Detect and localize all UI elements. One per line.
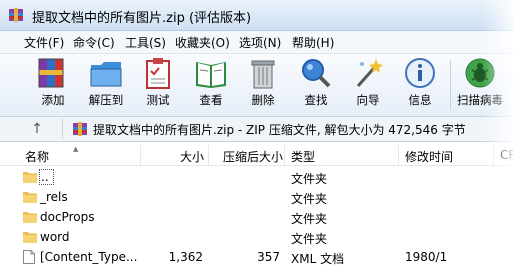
- extract-label: 解压到: [88, 93, 124, 107]
- find-button[interactable]: 查找: [288, 56, 344, 114]
- file-name: docProps: [40, 210, 95, 224]
- scan-virus-button[interactable]: 扫描病毒: [452, 56, 508, 114]
- address-bar: ↑ 提取文档中的所有图片.zip - ZIP 压缩文件, 解包大小为 472,5…: [0, 117, 513, 142]
- folder-icon: [23, 212, 37, 223]
- column-divider[interactable]: [493, 145, 494, 165]
- menu-command[interactable]: 命令(C): [73, 34, 115, 51]
- column-divider[interactable]: [208, 145, 209, 165]
- info-icon: [405, 58, 435, 88]
- column-divider[interactable]: [284, 145, 285, 165]
- col-packed[interactable]: 压缩后大小: [223, 148, 283, 165]
- winrar-app-icon: [9, 8, 23, 22]
- table-row[interactable]: word 文件夹: [0, 227, 513, 247]
- book-view-icon: [196, 62, 226, 88]
- file-name: [Content_Type...: [40, 250, 138, 264]
- folder-icon: [23, 172, 37, 183]
- virus-scan-icon: [465, 58, 495, 88]
- menu-options[interactable]: 选项(N): [239, 34, 281, 51]
- test-clipboard-icon: [146, 58, 170, 89]
- file-size: 1,362: [168, 250, 203, 264]
- col-type[interactable]: 类型: [291, 148, 315, 165]
- file-type: 文件夹: [291, 192, 328, 206]
- test-button[interactable]: 测试: [130, 56, 186, 114]
- file-type: 文件夹: [291, 212, 328, 226]
- file-name: word: [40, 230, 70, 244]
- scan-label: 扫描病毒: [457, 93, 503, 107]
- delete-button[interactable]: 删除: [235, 56, 291, 114]
- magic-wand-icon: [356, 59, 383, 87]
- column-header: ▲ 名称 大小 压缩后大小 类型 修改时间 CR: [0, 145, 513, 166]
- col-size[interactable]: 大小: [180, 148, 204, 165]
- table-row[interactable]: _rels 文件夹: [0, 187, 513, 207]
- menu-help[interactable]: 帮助(H): [292, 34, 334, 51]
- file-packed: 357: [257, 250, 280, 264]
- folder-icon: [23, 232, 37, 243]
- column-divider[interactable]: [140, 145, 141, 165]
- col-crc[interactable]: CR: [500, 148, 513, 162]
- archive-icon: [73, 122, 87, 136]
- folder-extract-icon: [90, 62, 122, 87]
- col-name[interactable]: 名称: [25, 148, 49, 165]
- delete-label: 删除: [251, 93, 275, 107]
- column-divider[interactable]: [398, 145, 399, 165]
- find-label: 查找: [304, 93, 328, 107]
- archive-path: 提取文档中的所有图片.zip - ZIP 压缩文件, 解包大小为 472,546…: [93, 123, 466, 137]
- up-arrow-icon[interactable]: ↑: [28, 120, 46, 138]
- file-type: 文件夹: [291, 172, 328, 186]
- add-label: 添加: [41, 93, 65, 107]
- file-type: 文件夹: [291, 232, 328, 246]
- info-button[interactable]: 信息: [392, 56, 448, 114]
- wizard-button[interactable]: 向导: [340, 56, 396, 114]
- add-archive-icon: [38, 58, 64, 88]
- xml-file-icon: [23, 250, 35, 264]
- info-label: 信息: [408, 93, 432, 107]
- view-label: 查看: [199, 93, 223, 107]
- extract-to-button[interactable]: 解压到: [78, 56, 134, 114]
- trash-icon: [251, 60, 275, 89]
- menu-tools[interactable]: 工具(S): [125, 34, 166, 51]
- toolbar-separator: [450, 60, 451, 110]
- wizard-label: 向导: [356, 93, 380, 107]
- add-button[interactable]: 添加: [25, 56, 81, 114]
- col-modified[interactable]: 修改时间: [405, 148, 453, 165]
- folder-icon: [23, 192, 37, 203]
- menu-favorites[interactable]: 收藏夹(O): [175, 34, 230, 51]
- menu-bar: 文件(F) 命令(C) 工具(S) 收藏夹(O) 选项(N) 帮助(H): [0, 31, 513, 54]
- table-row[interactable]: docProps 文件夹: [0, 207, 513, 227]
- toolbar: 添加 解压到 测试 查看 删除 查找 向导 信息 扫描病毒: [0, 54, 513, 117]
- table-row[interactable]: [Content_Type... 1,362 357 XML 文档 1980/1: [0, 247, 513, 267]
- menu-file[interactable]: 文件(F): [24, 34, 64, 51]
- file-name: _rels: [40, 190, 68, 204]
- file-type: XML 文档: [291, 252, 345, 266]
- address-separator: [62, 119, 63, 139]
- table-row[interactable]: .. 文件夹: [0, 167, 513, 187]
- file-modified: 1980/1: [405, 250, 448, 264]
- view-button[interactable]: 查看: [183, 56, 239, 114]
- sort-up-icon: ▲: [73, 145, 79, 153]
- magnifier-icon: [302, 59, 331, 88]
- window-title: 提取文档中的所有图片.zip (评估版本): [32, 11, 252, 26]
- file-name: ..: [39, 169, 54, 185]
- test-label: 测试: [146, 93, 170, 107]
- title-bar: 提取文档中的所有图片.zip (评估版本): [0, 0, 513, 31]
